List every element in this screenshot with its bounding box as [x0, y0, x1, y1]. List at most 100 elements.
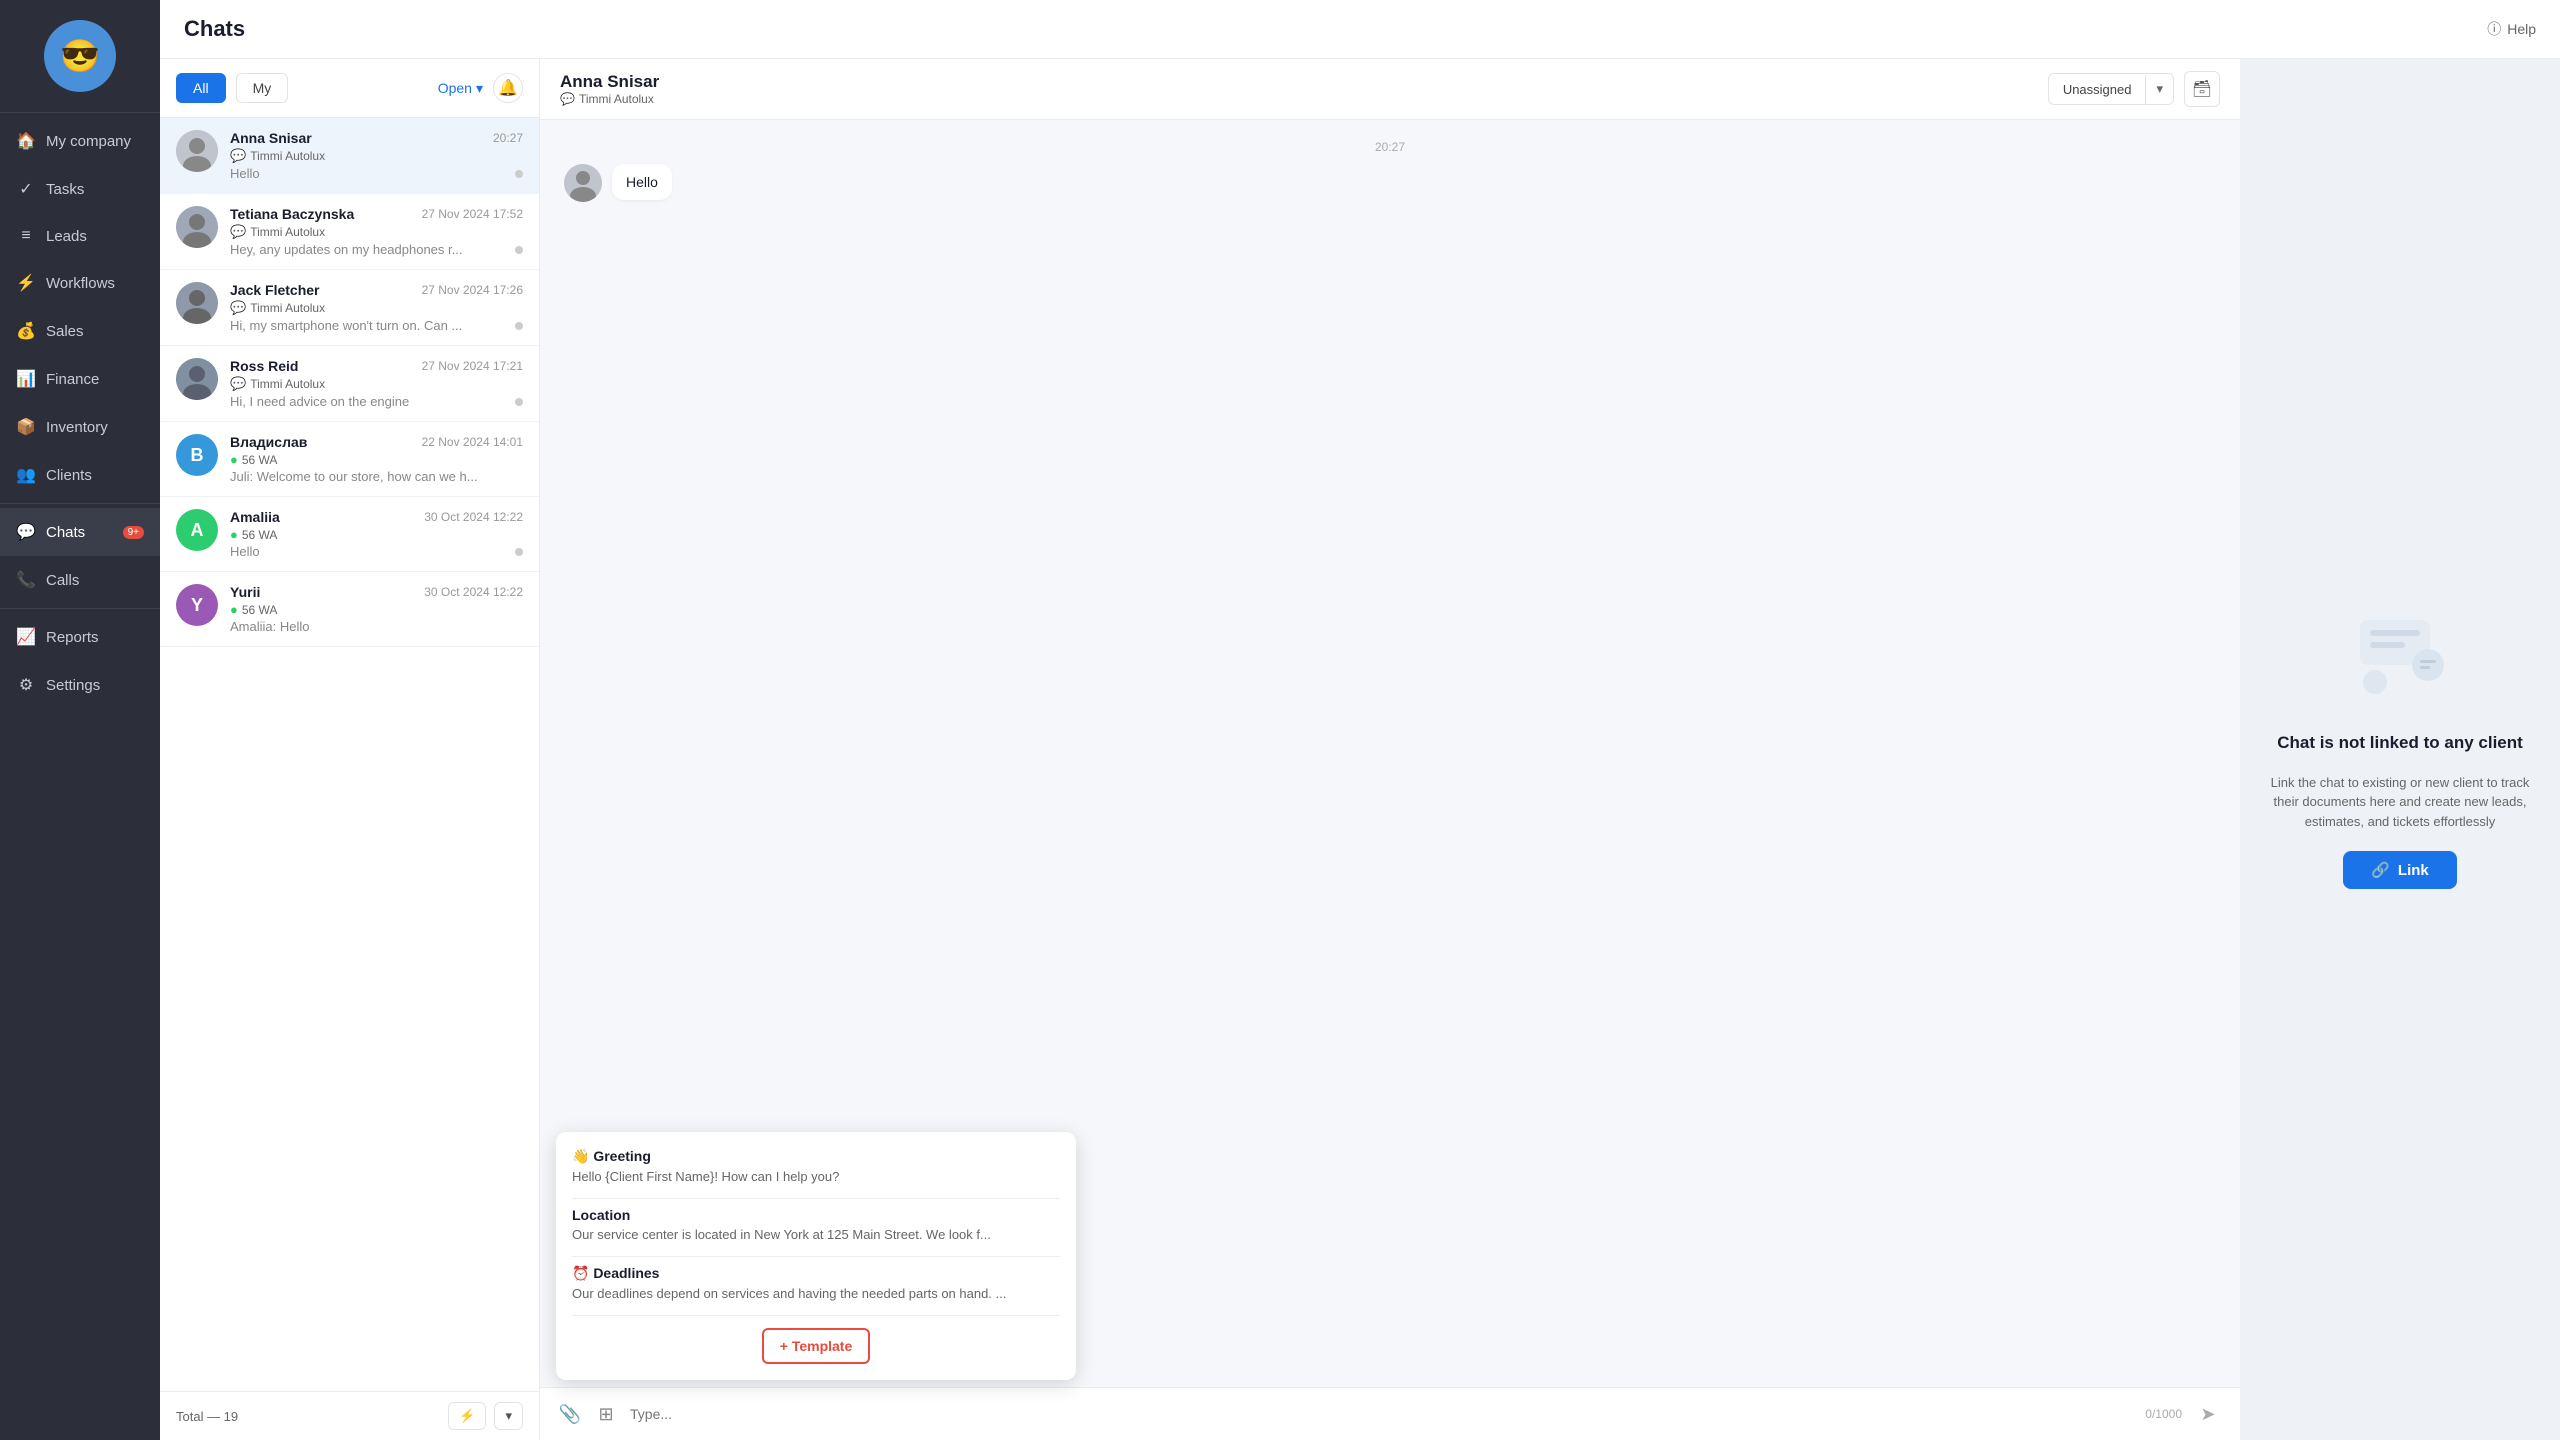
right-panel: Chat is not linked to any client Link th… — [2240, 59, 2560, 1440]
notification-icon[interactable]: 🔔 — [493, 73, 523, 103]
chat-window: Anna Snisar 💬 Timmi Autolux Unassigned ▾… — [540, 59, 2240, 1440]
chevron-down-icon: ▾ — [476, 80, 483, 97]
chat-preview-text: Hi, my smartphone won't turn on. Can ... — [230, 318, 462, 333]
template-title: ⏰ Deadlines — [572, 1265, 1060, 1282]
chat-illustration — [2340, 610, 2460, 710]
whatsapp-icon: ● — [230, 527, 238, 542]
sidebar-item-leads[interactable]: ≡ Leads — [0, 213, 160, 259]
chat-preview: Amaliia: Hello — [230, 619, 523, 634]
messenger-icon: 💬 — [230, 224, 246, 240]
message-time-divider: 20:27 — [564, 140, 2216, 154]
page-title: Chats — [184, 16, 245, 42]
filter-chevron-button[interactable]: ▾ — [494, 1402, 523, 1430]
chat-item[interactable]: Y Yurii 30 Oct 2024 12:22 ● 56 WA Amalii… — [160, 572, 539, 647]
chat-preview: Juli: Welcome to our store, how can we h… — [230, 469, 523, 484]
sidebar-item-label: Settings — [46, 677, 100, 694]
send-button[interactable]: ➤ — [2192, 1398, 2224, 1430]
chat-item[interactable]: Ross Reid 27 Nov 2024 17:21 💬 Timmi Auto… — [160, 346, 539, 422]
chat-channel: ● 56 WA — [230, 452, 523, 467]
archive-button[interactable]: 🗃 — [2184, 71, 2220, 107]
sidebar-item-sales[interactable]: 💰 Sales — [0, 307, 160, 355]
sidebar-item-calls[interactable]: 📞 Calls — [0, 556, 160, 604]
chat-preview: Hello — [230, 166, 523, 181]
chat-preview-text: Hello — [230, 544, 260, 559]
workflows-icon: ⚡ — [16, 273, 36, 293]
sidebar-item-label: Inventory — [46, 419, 108, 436]
no-client-title: Chat is not linked to any client — [2277, 733, 2523, 753]
whatsapp-icon: ● — [230, 602, 238, 617]
avatar: B — [176, 434, 218, 476]
template-add-wrapper: + Template — [572, 1324, 1060, 1364]
chat-name-row: Ross Reid 27 Nov 2024 17:21 — [230, 358, 523, 374]
chat-name-row: Jack Fletcher 27 Nov 2024 17:26 — [230, 282, 523, 298]
read-indicator — [515, 246, 523, 254]
help-circle-icon: ⓘ — [2487, 19, 2501, 39]
chats-badge: 9+ — [123, 526, 144, 539]
chat-contact-name: Tetiana Baczynska — [230, 206, 354, 222]
chat-item[interactable]: Tetiana Baczynska 27 Nov 2024 17:52 💬 Ti… — [160, 194, 539, 270]
link-button[interactable]: 🔗 Link — [2343, 851, 2457, 889]
chat-channel: 💬 Timmi Autolux — [230, 148, 523, 164]
filter-icon: ⚡ — [459, 1408, 475, 1424]
attachment-icon[interactable]: 📎 — [556, 1404, 584, 1425]
channel-name: 56 WA — [242, 603, 278, 617]
chat-name-row: Yurii 30 Oct 2024 12:22 — [230, 584, 523, 600]
template-item[interactable]: ⏰ Deadlines Our deadlines depend on serv… — [572, 1265, 1060, 1301]
avatar-img — [176, 282, 218, 324]
help-button[interactable]: ⓘ Help — [2487, 19, 2536, 39]
chat-window-header: Anna Snisar 💬 Timmi Autolux Unassigned ▾… — [540, 59, 2240, 120]
user-avatar: 😎 — [44, 20, 116, 92]
sidebar-item-chats[interactable]: 💬 Chats 9+ — [0, 508, 160, 556]
sidebar-divider-3 — [0, 608, 160, 609]
template-item[interactable]: Location Our service center is located i… — [572, 1207, 1060, 1242]
template-item[interactable]: 👋 Greeting Hello {Client First Name}! Ho… — [572, 1148, 1060, 1184]
sidebar-item-settings[interactable]: ⚙ Settings — [0, 661, 160, 709]
chat-name-row: Владислав 22 Nov 2024 14:01 — [230, 434, 523, 450]
template-title: Location — [572, 1207, 1060, 1223]
read-indicator — [515, 398, 523, 406]
sidebar-divider — [0, 112, 160, 113]
chat-item[interactable]: Jack Fletcher 27 Nov 2024 17:26 💬 Timmi … — [160, 270, 539, 346]
sidebar-item-label: Calls — [46, 572, 79, 589]
sales-icon: 💰 — [16, 321, 36, 341]
avatar-img — [176, 358, 218, 400]
contact-info: Anna Snisar 💬 Timmi Autolux — [560, 72, 659, 106]
message-text: Hello — [626, 174, 658, 190]
sidebar-item-clients[interactable]: 👥 Clients — [0, 451, 160, 499]
tab-my[interactable]: My — [236, 73, 289, 103]
sidebar-item-my-company[interactable]: 🏠 My company — [0, 117, 160, 165]
read-indicator — [515, 322, 523, 330]
sidebar-item-reports[interactable]: 📈 Reports — [0, 613, 160, 661]
finance-icon: 📊 — [16, 369, 36, 389]
sidebar-item-tasks[interactable]: ✓ Tasks — [0, 165, 160, 213]
chat-item[interactable]: B Владислав 22 Nov 2024 14:01 ● 56 WA Ju… — [160, 422, 539, 497]
send-icon: ➤ — [2200, 1404, 2215, 1425]
avatar: Y — [176, 584, 218, 626]
messenger-channel-icon: 💬 — [560, 92, 575, 106]
chat-preview: Hi, my smartphone won't turn on. Can ... — [230, 318, 523, 333]
template-add-button[interactable]: + Template — [762, 1328, 871, 1364]
message-input[interactable] — [630, 1406, 2135, 1422]
sidebar-item-label: Workflows — [46, 275, 115, 292]
avatar-emoji: 😎 — [60, 37, 100, 75]
message-avatar — [564, 164, 602, 202]
chat-item[interactable]: Anna Snisar 20:27 💬 Timmi Autolux Hello — [160, 118, 539, 194]
messenger-icon: 💬 — [230, 376, 246, 392]
no-client-icon — [2340, 610, 2460, 713]
template-icon[interactable]: ⊞ — [592, 1404, 620, 1425]
char-count: 0/1000 — [2145, 1407, 2182, 1421]
open-filter[interactable]: Open ▾ — [438, 80, 483, 97]
filter-button[interactable]: ⚡ — [448, 1402, 486, 1430]
sidebar-item-finance[interactable]: 📊 Finance — [0, 355, 160, 403]
whatsapp-icon: ● — [230, 452, 238, 467]
assign-dropdown[interactable]: Unassigned ▾ — [2048, 73, 2174, 105]
tab-all[interactable]: All — [176, 73, 226, 103]
sidebar-item-workflows[interactable]: ⚡ Workflows — [0, 259, 160, 307]
avatar-letter: Y — [191, 595, 203, 616]
assign-chevron-icon[interactable]: ▾ — [2146, 74, 2173, 104]
channel-name: 56 WA — [242, 528, 278, 542]
chat-item[interactable]: A Amaliia 30 Oct 2024 12:22 ● 56 WA Hell… — [160, 497, 539, 572]
chat-contact-name: Amaliia — [230, 509, 280, 525]
assign-label: Unassigned — [2049, 75, 2147, 104]
sidebar-item-inventory[interactable]: 📦 Inventory — [0, 403, 160, 451]
